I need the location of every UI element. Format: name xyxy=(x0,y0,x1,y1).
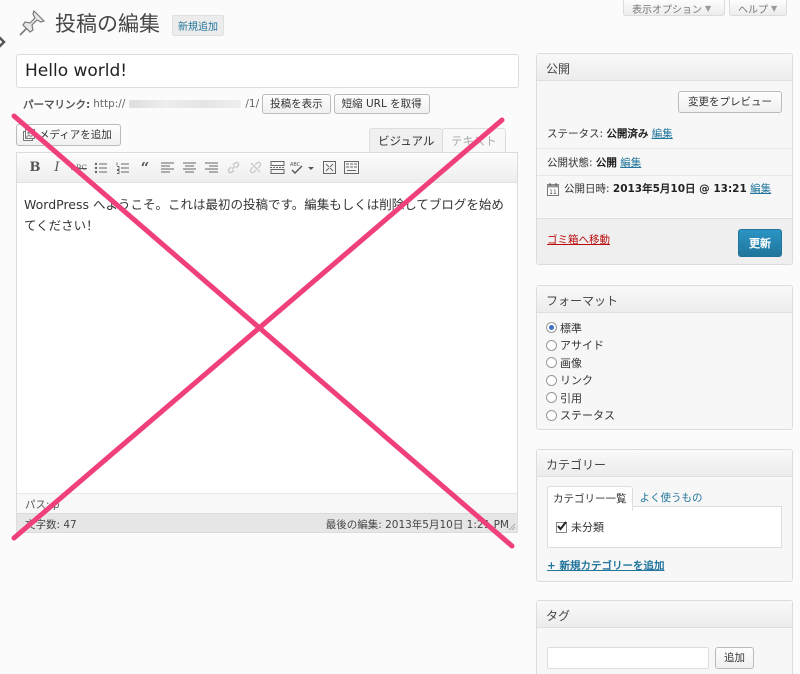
publish-actions: ゴミ箱へ移動 更新 xyxy=(537,218,792,264)
radio[interactable] xyxy=(546,357,557,369)
editor-toolbar: B I ABC “ ABC xyxy=(17,153,517,183)
format-box: フォーマット 標準 アサイド 画像 リンク 引用 ステータス xyxy=(536,285,793,430)
edit-visibility-link[interactable]: 編集 xyxy=(620,157,641,169)
fullscreen-icon[interactable] xyxy=(318,157,340,179)
publish-date-value: 2013年5月10日 @ 13:21 xyxy=(612,183,747,195)
remove-link-icon[interactable] xyxy=(244,157,266,179)
preview-changes-button[interactable]: 変更をプレビュー xyxy=(678,91,782,113)
get-shortlink-button[interactable]: 短縮 URL を取得 xyxy=(333,94,430,114)
italic-icon[interactable]: I xyxy=(46,157,68,179)
spellcheck-icon[interactable]: ABC xyxy=(288,157,318,179)
radio[interactable] xyxy=(546,409,557,421)
publish-date-label: 公開日時: xyxy=(564,183,610,195)
help-tab[interactable]: ヘルプ ▼ xyxy=(729,0,787,16)
tab-text[interactable]: テキスト xyxy=(442,128,506,152)
update-button[interactable]: 更新 xyxy=(738,229,782,257)
help-label: ヘルプ xyxy=(738,4,768,16)
permalink-prefix: http:// xyxy=(93,98,126,110)
editor-content[interactable]: WordPress へようこそ。これは最初の投稿です。編集もしくは削除してブログ… xyxy=(17,183,517,247)
radio[interactable] xyxy=(546,339,557,351)
divider xyxy=(537,148,792,149)
visibility-row: 公開状態: 公開 編集 xyxy=(547,155,641,170)
format-option-image[interactable]: 画像 xyxy=(546,354,782,372)
category-list: 未分類 xyxy=(547,506,782,548)
visibility-label: 公開状態: xyxy=(547,157,593,169)
publish-box: 公開 変更をプレビュー ステータス: 公開済み 編集 公開状態: 公開 編集 1… xyxy=(536,53,793,265)
format-option-standard[interactable]: 標準 xyxy=(546,319,782,337)
tags-box-title: タグ xyxy=(537,601,792,628)
kitchen-sink-icon[interactable] xyxy=(340,157,362,179)
radio[interactable] xyxy=(546,392,557,404)
page-title: 投稿の編集 xyxy=(55,12,160,36)
bold-icon[interactable]: B xyxy=(24,157,46,179)
publish-date-row: 11 公開日時: 2013年5月10日 @ 13:21 編集 xyxy=(547,182,785,196)
format-option-link[interactable]: リンク xyxy=(546,372,782,390)
screen-options-label: 表示オプション xyxy=(632,4,702,16)
svg-text:11: 11 xyxy=(549,189,557,196)
divider xyxy=(537,175,792,176)
add-new-category-link[interactable]: + 新規カテゴリーを追加 xyxy=(547,558,664,573)
publish-box-title: 公開 xyxy=(537,54,792,81)
format-option-status[interactable]: ステータス xyxy=(546,407,782,425)
pushpin-icon xyxy=(19,9,46,36)
tags-box: タグ 追加 xyxy=(536,600,793,674)
align-center-icon[interactable] xyxy=(178,157,200,179)
blurred-domain xyxy=(129,100,242,108)
view-post-button[interactable]: 投稿を表示 xyxy=(262,94,331,114)
align-right-icon[interactable] xyxy=(200,157,222,179)
tag-input[interactable] xyxy=(547,647,709,669)
permalink-label: パーマリンク: xyxy=(23,98,91,111)
visibility-value: 公開 xyxy=(595,157,617,169)
format-option-quote[interactable]: 引用 xyxy=(546,389,782,407)
tab-visual[interactable]: ビジュアル xyxy=(369,128,444,152)
post-title-input[interactable] xyxy=(16,54,519,88)
media-icon xyxy=(23,129,35,141)
format-option-aside[interactable]: アサイド xyxy=(546,337,782,355)
radio[interactable] xyxy=(546,374,557,386)
format-box-title: フォーマット xyxy=(537,286,792,313)
add-new-post-button[interactable]: 新規追加 xyxy=(172,14,224,36)
word-count: 文字数: 47 xyxy=(25,519,77,531)
svg-text:ABC: ABC xyxy=(290,162,301,168)
numbered-list-icon[interactable] xyxy=(112,157,134,179)
edit-date-link[interactable]: 編集 xyxy=(750,183,771,195)
add-tag-button[interactable]: 追加 xyxy=(715,647,754,669)
editor-path: パス: p xyxy=(17,493,517,513)
chevron-down-icon: ▼ xyxy=(771,3,778,13)
add-media-label: メディアを追加 xyxy=(39,129,112,141)
edit-status-link[interactable]: 編集 xyxy=(652,128,673,140)
insert-link-icon[interactable] xyxy=(222,157,244,179)
post-editor[interactable]: B I ABC “ ABC WordPress へようこそ。これは最初の投稿です… xyxy=(16,152,518,533)
blockquote-icon[interactable]: “ xyxy=(134,157,156,179)
bullet-list-icon[interactable] xyxy=(90,157,112,179)
permalink-suffix: /1/ xyxy=(245,98,260,110)
calendar-icon: 11 xyxy=(547,183,559,196)
last-edited: 最後の編集: 2013年5月10日 1:21 PM xyxy=(325,519,509,531)
status-row: ステータス: 公開済み 編集 xyxy=(547,126,673,141)
status-value: 公開済み xyxy=(606,128,649,140)
add-media-button[interactable]: メディアを追加 xyxy=(16,124,121,146)
category-box-title: カテゴリー xyxy=(537,450,792,477)
strikethrough-icon[interactable]: ABC xyxy=(68,157,90,179)
align-left-icon[interactable] xyxy=(156,157,178,179)
tab-all-categories[interactable]: カテゴリー一覧 xyxy=(547,486,633,511)
screen-options-tab[interactable]: 表示オプション ▼ xyxy=(623,0,725,16)
status-label: ステータス: xyxy=(547,128,604,140)
read-more-icon[interactable] xyxy=(266,157,288,179)
collapse-arrow-icon[interactable] xyxy=(0,34,6,50)
move-to-trash-link[interactable]: ゴミ箱へ移動 xyxy=(547,232,610,247)
category-name: 未分類 xyxy=(571,521,604,534)
resize-grip-icon[interactable] xyxy=(506,521,516,531)
category-box: カテゴリー カテゴリー一覧 よく使うもの 未分類 + 新規カテゴリーを追加 xyxy=(536,449,793,582)
permalink-row: パーマリンク: http:// /1/ 投稿を表示 短縮 URL を取得 xyxy=(23,94,430,114)
editor-status-bar: 文字数: 47 最後の編集: 2013年5月10日 1:21 PM xyxy=(17,513,517,532)
radio-selected[interactable] xyxy=(546,322,557,334)
chevron-down-icon: ▼ xyxy=(705,3,712,13)
category-checkbox[interactable] xyxy=(556,520,567,533)
checkmark-icon xyxy=(557,520,567,531)
page-header: 投稿の編集 新規追加 xyxy=(17,8,224,38)
